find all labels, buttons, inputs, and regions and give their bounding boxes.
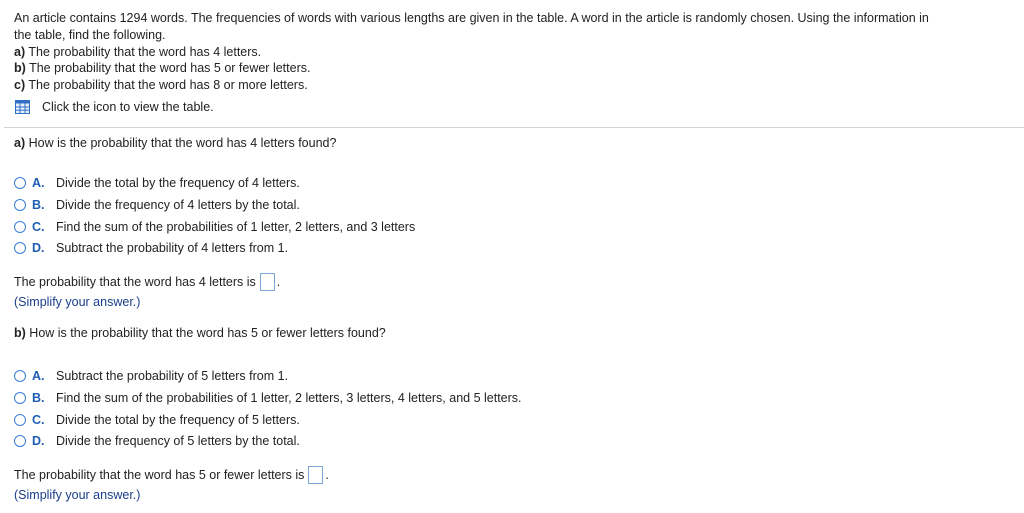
answer-line-a: The probability that the word has 4 lett… bbox=[14, 273, 281, 291]
intro-part-a: a) The probability that the word has 4 l… bbox=[14, 44, 1014, 61]
option-a-D[interactable]: D. Subtract the probability of 4 letters… bbox=[14, 240, 288, 256]
option-letter: B. bbox=[32, 391, 45, 405]
section-divider bbox=[4, 127, 1024, 128]
option-b-D[interactable]: D. Divide the frequency of 5 letters by … bbox=[14, 433, 300, 449]
part-label: c) bbox=[14, 78, 26, 93]
intro-line-2: the table, find the following. bbox=[14, 27, 166, 42]
option-text: Subtract the probability of 4 letters fr… bbox=[56, 241, 289, 255]
option-letter: A. bbox=[32, 369, 45, 383]
answer-input-b[interactable] bbox=[308, 466, 324, 484]
radio-button[interactable] bbox=[14, 435, 26, 447]
option-letter: C. bbox=[32, 220, 45, 234]
answer-prompt: The probability that the word has 4 lett… bbox=[14, 275, 256, 289]
radio-button[interactable] bbox=[14, 221, 26, 233]
intro-part-c: c) The probability that the word has 8 o… bbox=[14, 77, 1014, 94]
part-text: The probability that the word has 4 lett… bbox=[28, 44, 262, 59]
simplify-hint-a: (Simplify your answer.) bbox=[14, 295, 141, 309]
radio-button[interactable] bbox=[14, 370, 26, 382]
option-letter: A. bbox=[32, 176, 45, 190]
intro-line-1: An article contains 1294 words. The freq… bbox=[14, 11, 929, 25]
question-label: b) bbox=[14, 326, 26, 340]
radio-button[interactable] bbox=[14, 177, 26, 189]
option-a-B[interactable]: B. Divide the frequency of 4 letters by … bbox=[14, 197, 300, 213]
option-letter: D. bbox=[32, 241, 45, 255]
option-b-A[interactable]: A. Subtract the probability of 5 letters… bbox=[14, 368, 288, 384]
question-text: How is the probability that the word has… bbox=[28, 136, 337, 150]
view-table-label[interactable]: Click the icon to view the table. bbox=[42, 99, 214, 116]
part-text: The probability that the word has 5 or f… bbox=[29, 61, 311, 76]
table-grid-icon[interactable] bbox=[15, 100, 30, 115]
part-label: a) bbox=[14, 44, 26, 59]
view-table-link[interactable]: Click the icon to view the table. bbox=[14, 99, 1014, 116]
part-label: b) bbox=[14, 61, 26, 76]
option-text: Divide the frequency of 5 letters by the… bbox=[56, 434, 300, 448]
option-a-C[interactable]: C. Find the sum of the probabilities of … bbox=[14, 219, 415, 235]
question-text: How is the probability that the word has… bbox=[29, 326, 386, 340]
radio-button[interactable] bbox=[14, 242, 26, 254]
option-text: Find the sum of the probabilities of 1 l… bbox=[56, 220, 416, 234]
option-text: Subtract the probability of 5 letters fr… bbox=[56, 369, 289, 383]
question-a: a) How is the probability that the word … bbox=[14, 136, 336, 150]
option-letter: C. bbox=[32, 413, 45, 427]
radio-button[interactable] bbox=[14, 392, 26, 404]
option-b-B[interactable]: B. Find the sum of the probabilities of … bbox=[14, 390, 522, 406]
problem-statement: An article contains 1294 words. The freq… bbox=[14, 10, 1014, 116]
option-b-C[interactable]: C. Divide the total by the frequency of … bbox=[14, 412, 300, 428]
option-text: Find the sum of the probabilities of 1 l… bbox=[56, 391, 522, 405]
answer-input-a[interactable] bbox=[259, 273, 275, 291]
intro-part-b: b) The probability that the word has 5 o… bbox=[14, 60, 1014, 77]
part-text: The probability that the word has 8 or m… bbox=[28, 78, 308, 93]
radio-button[interactable] bbox=[14, 414, 26, 426]
option-text: Divide the total by the frequency of 5 l… bbox=[56, 413, 300, 427]
answer-prompt: The probability that the word has 5 or f… bbox=[14, 468, 305, 482]
option-letter: B. bbox=[32, 198, 45, 212]
question-label: a) bbox=[14, 136, 26, 150]
answer-line-b: The probability that the word has 5 or f… bbox=[14, 466, 329, 484]
simplify-hint-b: (Simplify your answer.) bbox=[14, 488, 141, 502]
option-letter: D. bbox=[32, 434, 45, 448]
option-text: Divide the frequency of 4 letters by the… bbox=[56, 198, 300, 212]
option-a-A[interactable]: A. Divide the total by the frequency of … bbox=[14, 175, 300, 191]
question-b: b) How is the probability that the word … bbox=[14, 326, 386, 340]
option-text: Divide the total by the frequency of 4 l… bbox=[56, 176, 300, 190]
radio-button[interactable] bbox=[14, 199, 26, 211]
